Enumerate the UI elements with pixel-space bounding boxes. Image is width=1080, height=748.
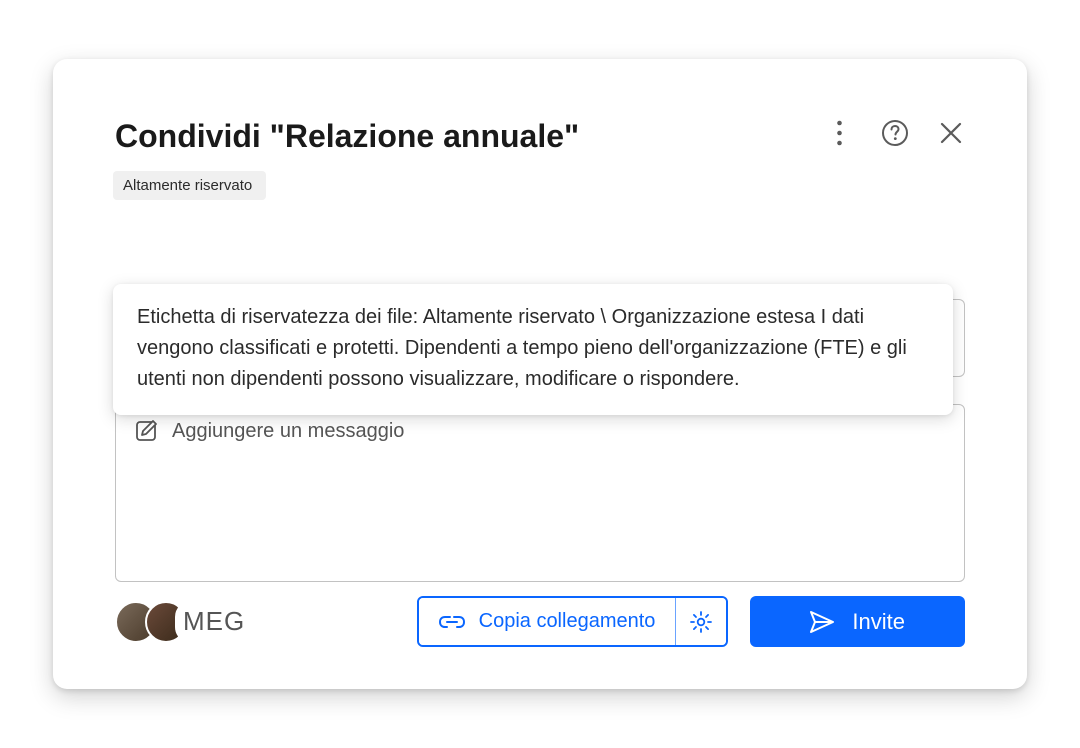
sensitivity-tooltip: Etichetta di riservatezza dei file: Alta… (113, 284, 953, 415)
more-options-button[interactable] (825, 119, 853, 147)
header-actions (825, 119, 965, 147)
help-icon (881, 119, 909, 147)
close-icon (940, 122, 962, 144)
link-icon (439, 613, 465, 631)
help-button[interactable] (881, 119, 909, 147)
tooltip-text: Etichetta di riservatezza dei file: Alta… (137, 306, 907, 390)
avatar-overflow-label: MEG (175, 601, 253, 643)
more-vertical-icon (836, 120, 843, 146)
dialog-footer: MEG Copia collegamento (115, 596, 965, 647)
link-settings-button[interactable] (675, 598, 726, 645)
copy-link-label: Copia collegamento (479, 610, 656, 633)
share-dialog: Condividi "Relazione annuale" (53, 59, 1027, 689)
invite-button[interactable]: Invite (750, 596, 965, 647)
message-field[interactable]: Aggiungere un messaggio (115, 404, 965, 582)
sensitivity-badge[interactable]: Altamente riservato (113, 171, 266, 200)
copy-link-group: Copia collegamento (417, 596, 729, 647)
close-button[interactable] (937, 119, 965, 147)
dialog-title: Condividi "Relazione annuale" (115, 117, 579, 155)
send-icon (810, 611, 834, 633)
copy-link-button[interactable]: Copia collegamento (419, 598, 676, 645)
shared-with-avatars[interactable]: MEG (115, 601, 253, 643)
footer-buttons: Copia collegamento Invite (417, 596, 965, 647)
invite-label: Invite (852, 609, 905, 635)
gear-icon (690, 611, 712, 633)
dialog-header: Condividi "Relazione annuale" (115, 117, 965, 155)
